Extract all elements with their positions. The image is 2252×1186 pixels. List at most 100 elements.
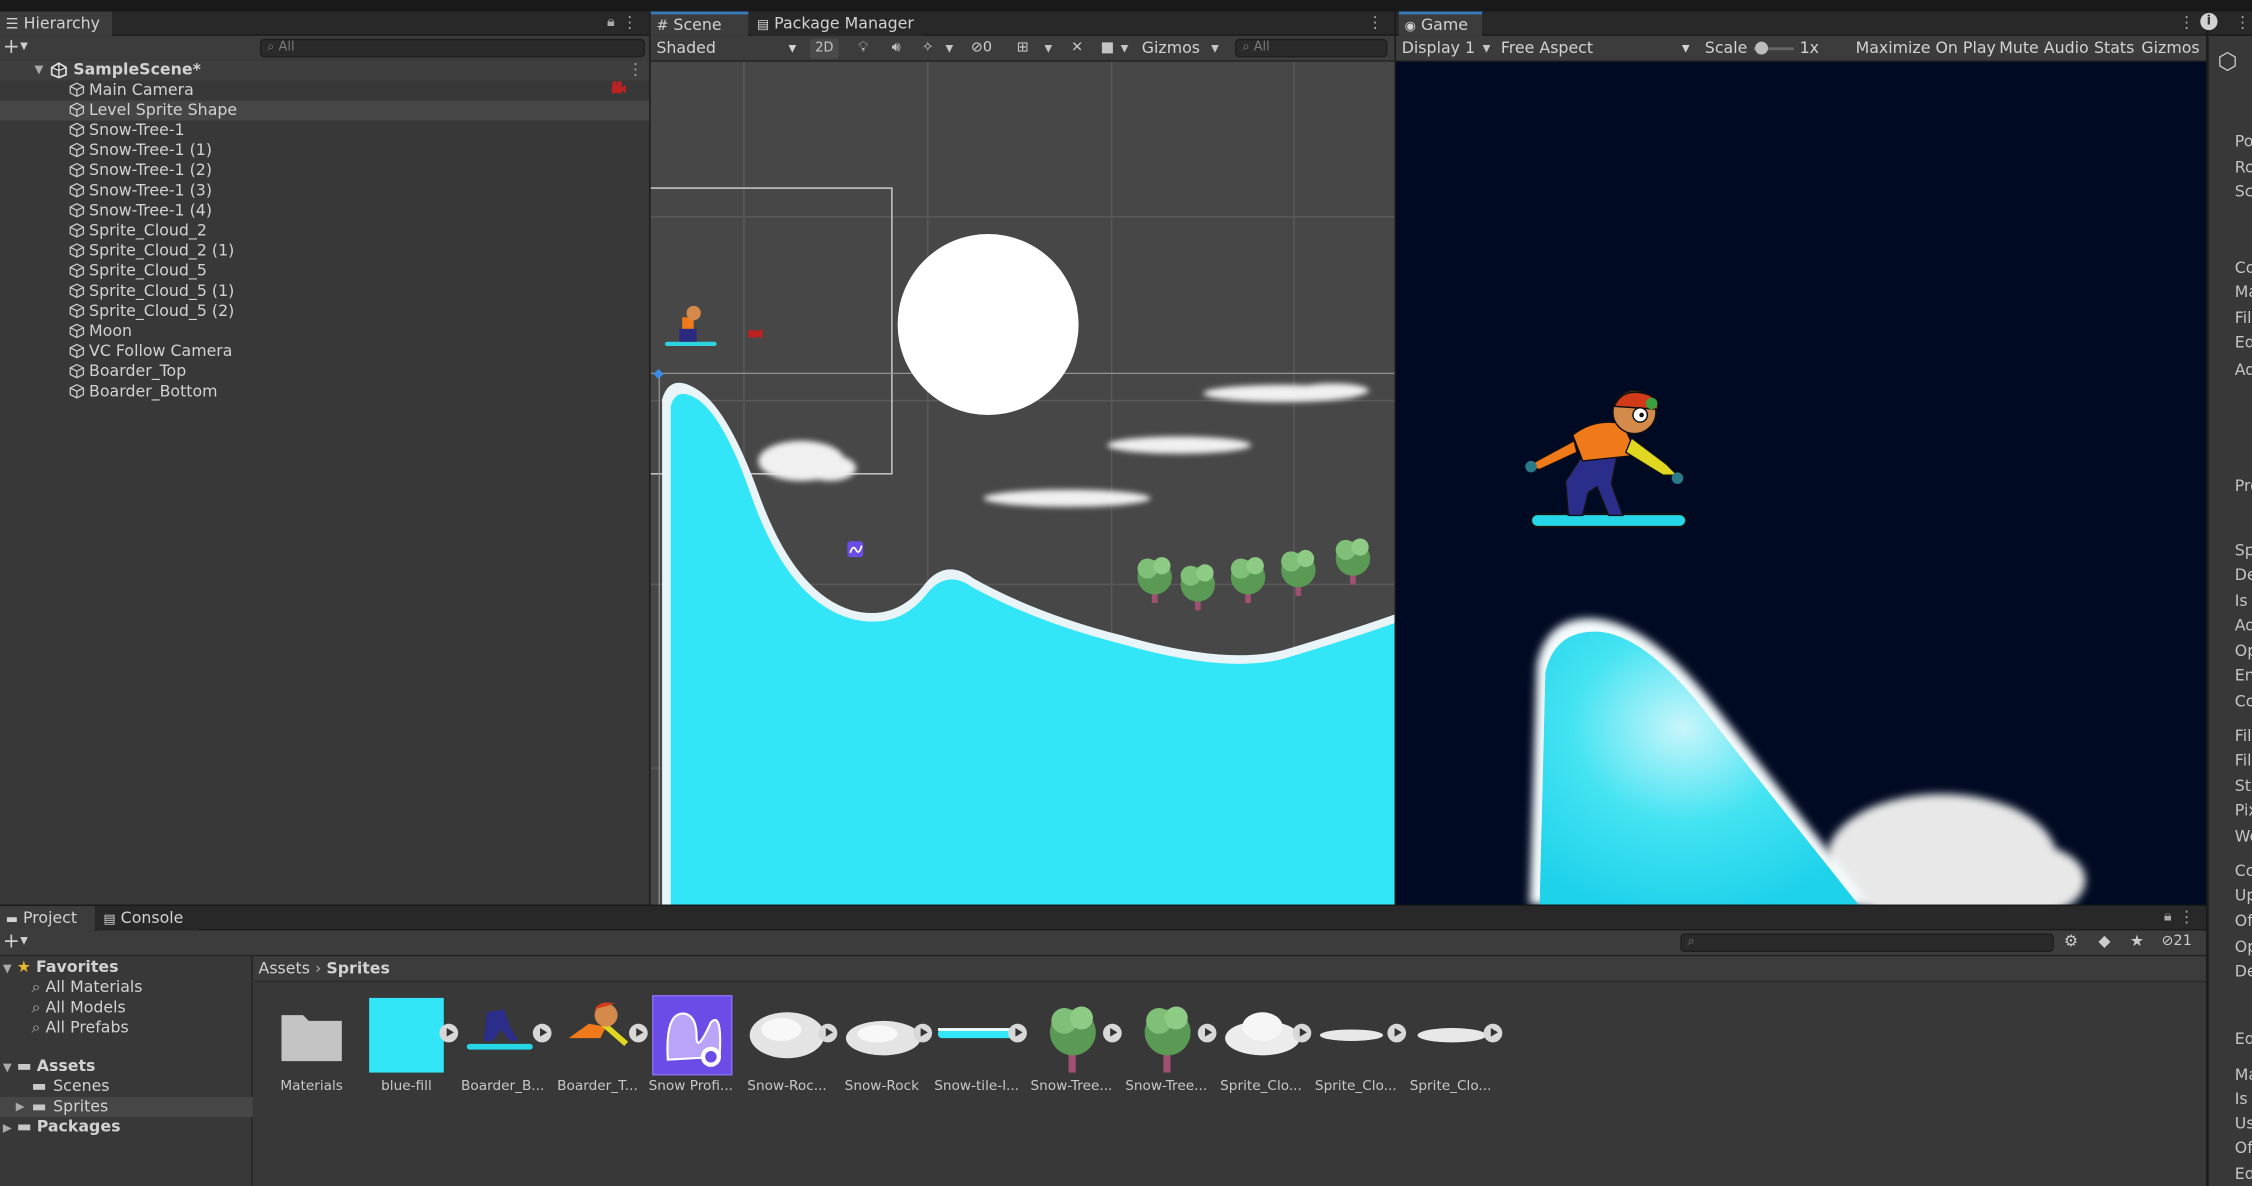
stats-toggle[interactable]: Stats	[2094, 37, 2134, 60]
camera-icon[interactable]: ■	[1097, 39, 1117, 59]
expand-arrow-icon[interactable]	[913, 1023, 933, 1043]
tab-package-manager[interactable]: ▤ Package Manager	[751, 11, 924, 36]
hierarchy-item[interactable]: Boarder_Bottom	[0, 382, 649, 402]
info-icon[interactable]: i	[2200, 12, 2218, 31]
hierarchy-item[interactable]: Moon	[0, 322, 649, 342]
grid-dropdown-icon[interactable]: ▼	[1041, 39, 1055, 59]
hierarchy-item[interactable]: Snow-Tree-1	[0, 121, 649, 141]
maximize-on-play-toggle[interactable]: Maximize On Play	[1856, 37, 1996, 60]
project-lock-icon[interactable]: 🔒︎	[2164, 909, 2172, 925]
effects-icon[interactable]: ✧	[918, 39, 938, 59]
folder-sprites[interactable]: ▶ ▬ Sprites	[0, 1096, 253, 1118]
audio-toggle-icon[interactable]: 🔊︎	[886, 39, 906, 59]
asset-boarder-bottom[interactable]	[461, 995, 541, 1075]
add-icon[interactable]: +	[3, 36, 20, 59]
favorites-item[interactable]: ⌕ All Prefabs	[32, 1018, 129, 1038]
asset-blue-fill[interactable]	[369, 997, 444, 1073]
project-more-icon[interactable]: ⋮	[2179, 907, 2195, 926]
asset-snow-tree-2[interactable]	[1127, 995, 1207, 1075]
more-options-icon[interactable]: ⋮	[622, 13, 638, 32]
expand-arrow-icon[interactable]	[532, 1023, 552, 1043]
boarder-sprite-scene[interactable]	[664, 305, 717, 347]
display-dropdown[interactable]: Display 1	[1402, 37, 1475, 60]
game-view[interactable]	[1396, 61, 2207, 905]
asset-snow-profile[interactable]	[652, 995, 733, 1076]
hierarchy-item[interactable]: Level Sprite Shape	[0, 100, 650, 121]
asset-snow-tree-1[interactable]	[1033, 995, 1113, 1075]
tools-icon[interactable]: ✕	[1067, 39, 1087, 59]
scale-slider-thumb[interactable]	[1755, 41, 1768, 55]
favorite-star-icon[interactable]: ★	[2130, 932, 2144, 951]
hidden-packages-toggle[interactable]: ⊘21	[2162, 933, 2192, 949]
hierarchy-item[interactable]: Main Camera	[0, 80, 649, 100]
hierarchy-item[interactable]: Sprite_Cloud_2 (1)	[0, 241, 649, 261]
moon-sprite[interactable]	[897, 234, 1079, 415]
search-by-label-icon[interactable]: ◆	[2098, 932, 2110, 951]
tab-game[interactable]: ◉ Game	[1398, 11, 1483, 36]
pivot-handle[interactable]	[653, 368, 664, 380]
expand-arrow-icon[interactable]	[1483, 1023, 1503, 1043]
chevron-down-icon[interactable]: ▼	[20, 40, 28, 51]
hierarchy-item[interactable]: Sprite_Cloud_5 (2)	[0, 302, 649, 322]
foldout-arrow-icon[interactable]: ▼	[34, 60, 43, 80]
asset-sprite-cloud-1[interactable]	[1222, 995, 1302, 1075]
gizmos-button[interactable]: Gizmos	[1142, 37, 1200, 60]
expand-arrow-icon[interactable]	[439, 1023, 459, 1043]
hierarchy-item[interactable]: Sprite_Cloud_2	[0, 221, 649, 241]
hierarchy-item[interactable]: Boarder_Top	[0, 362, 649, 382]
gizmos-dropdown-icon[interactable]: ▼	[1208, 39, 1222, 59]
scene-more-icon[interactable]: ⋮	[1367, 13, 1383, 32]
asset-sprite-cloud-3[interactable]	[1412, 995, 1492, 1075]
game-more-icon[interactable]: ⋮	[2179, 13, 2195, 32]
asset-materials-folder[interactable]	[271, 995, 351, 1075]
scene-root-row[interactable]: ▼ SampleScene* ⋮	[0, 60, 650, 81]
lighting-toggle-icon[interactable]: 💡︎	[853, 39, 873, 59]
hierarchy-item[interactable]: Snow-Tree-1 (3)	[0, 181, 649, 201]
tab-project[interactable]: ▬ Project	[0, 906, 95, 931]
expand-arrow-icon[interactable]	[629, 1023, 648, 1043]
expand-arrow-icon[interactable]	[1292, 1023, 1312, 1043]
expand-arrow-icon[interactable]	[1387, 1023, 1407, 1043]
expand-arrow-icon[interactable]	[1103, 1023, 1122, 1043]
hierarchy-item[interactable]: Snow-Tree-1 (2)	[0, 161, 649, 181]
hierarchy-search-input[interactable]: ⌕ All	[259, 38, 645, 58]
project-add-icon[interactable]: +	[3, 930, 20, 953]
chevron-down-icon[interactable]: ▼	[20, 935, 28, 946]
asset-snow-rock-1[interactable]	[747, 995, 827, 1075]
asset-snow-tile[interactable]	[937, 995, 1018, 1075]
effects-dropdown-icon[interactable]: ▼	[941, 39, 958, 59]
folder-scenes[interactable]: ▬ Scenes	[0, 1077, 253, 1097]
asset-sprite-cloud-2[interactable]	[1317, 995, 1397, 1075]
expand-arrow-icon[interactable]	[818, 1023, 838, 1043]
scene-view[interactable]	[650, 61, 1395, 905]
hierarchy-item[interactable]: VC Follow Camera	[0, 342, 649, 362]
packages-root[interactable]: ▶ ▬ Packages	[3, 1117, 121, 1137]
tab-hierarchy[interactable]: ☰ Hierarchy	[0, 11, 113, 36]
expand-arrow-icon[interactable]	[1197, 1023, 1217, 1043]
lock-icon[interactable]: 🔒︎	[607, 14, 615, 30]
tab-scene[interactable]: # Scene	[650, 11, 749, 36]
grid-snap-icon[interactable]: ⊞	[1013, 39, 1033, 59]
scene-search-input[interactable]: ⌕ All	[1235, 38, 1388, 58]
shading-mode-dropdown[interactable]: Shaded ▼	[656, 37, 800, 60]
expand-arrow-icon[interactable]	[1008, 1023, 1027, 1043]
inspector-more-icon[interactable]: ⋮	[2235, 13, 2251, 32]
aspect-dropdown[interactable]: Free Aspect ▼	[1501, 37, 1693, 60]
breadcrumb-sprites[interactable]: Sprites	[326, 959, 390, 978]
game-gizmos-toggle[interactable]: Gizmos	[2141, 37, 2199, 60]
2d-toggle-button[interactable]: 2D	[810, 38, 839, 59]
camera-dropdown-icon[interactable]: ▼	[1117, 39, 1131, 59]
scene-menu-icon[interactable]: ⋮	[628, 60, 644, 80]
project-search-input[interactable]: ⌕	[1680, 933, 2054, 952]
hidden-objects-toggle[interactable]: ⊘0	[971, 37, 992, 60]
tab-console[interactable]: ▤ Console	[97, 906, 199, 931]
hierarchy-item[interactable]: Sprite_Cloud_5 (1)	[0, 281, 649, 301]
mute-audio-toggle[interactable]: Mute Audio	[1999, 37, 2088, 60]
breadcrumb-assets[interactable]: Assets	[259, 959, 310, 978]
hierarchy-item[interactable]: Snow-Tree-1 (4)	[0, 201, 649, 221]
asset-boarder-top[interactable]	[557, 995, 637, 1075]
display-dropdown-icon[interactable]: ▼	[1479, 39, 1493, 59]
search-by-type-icon[interactable]: ⚙︎	[2064, 932, 2078, 951]
favorites-item[interactable]: ⌕ All Models	[32, 998, 126, 1018]
assets-root[interactable]: ▼ ▬ Assets	[3, 1057, 96, 1077]
